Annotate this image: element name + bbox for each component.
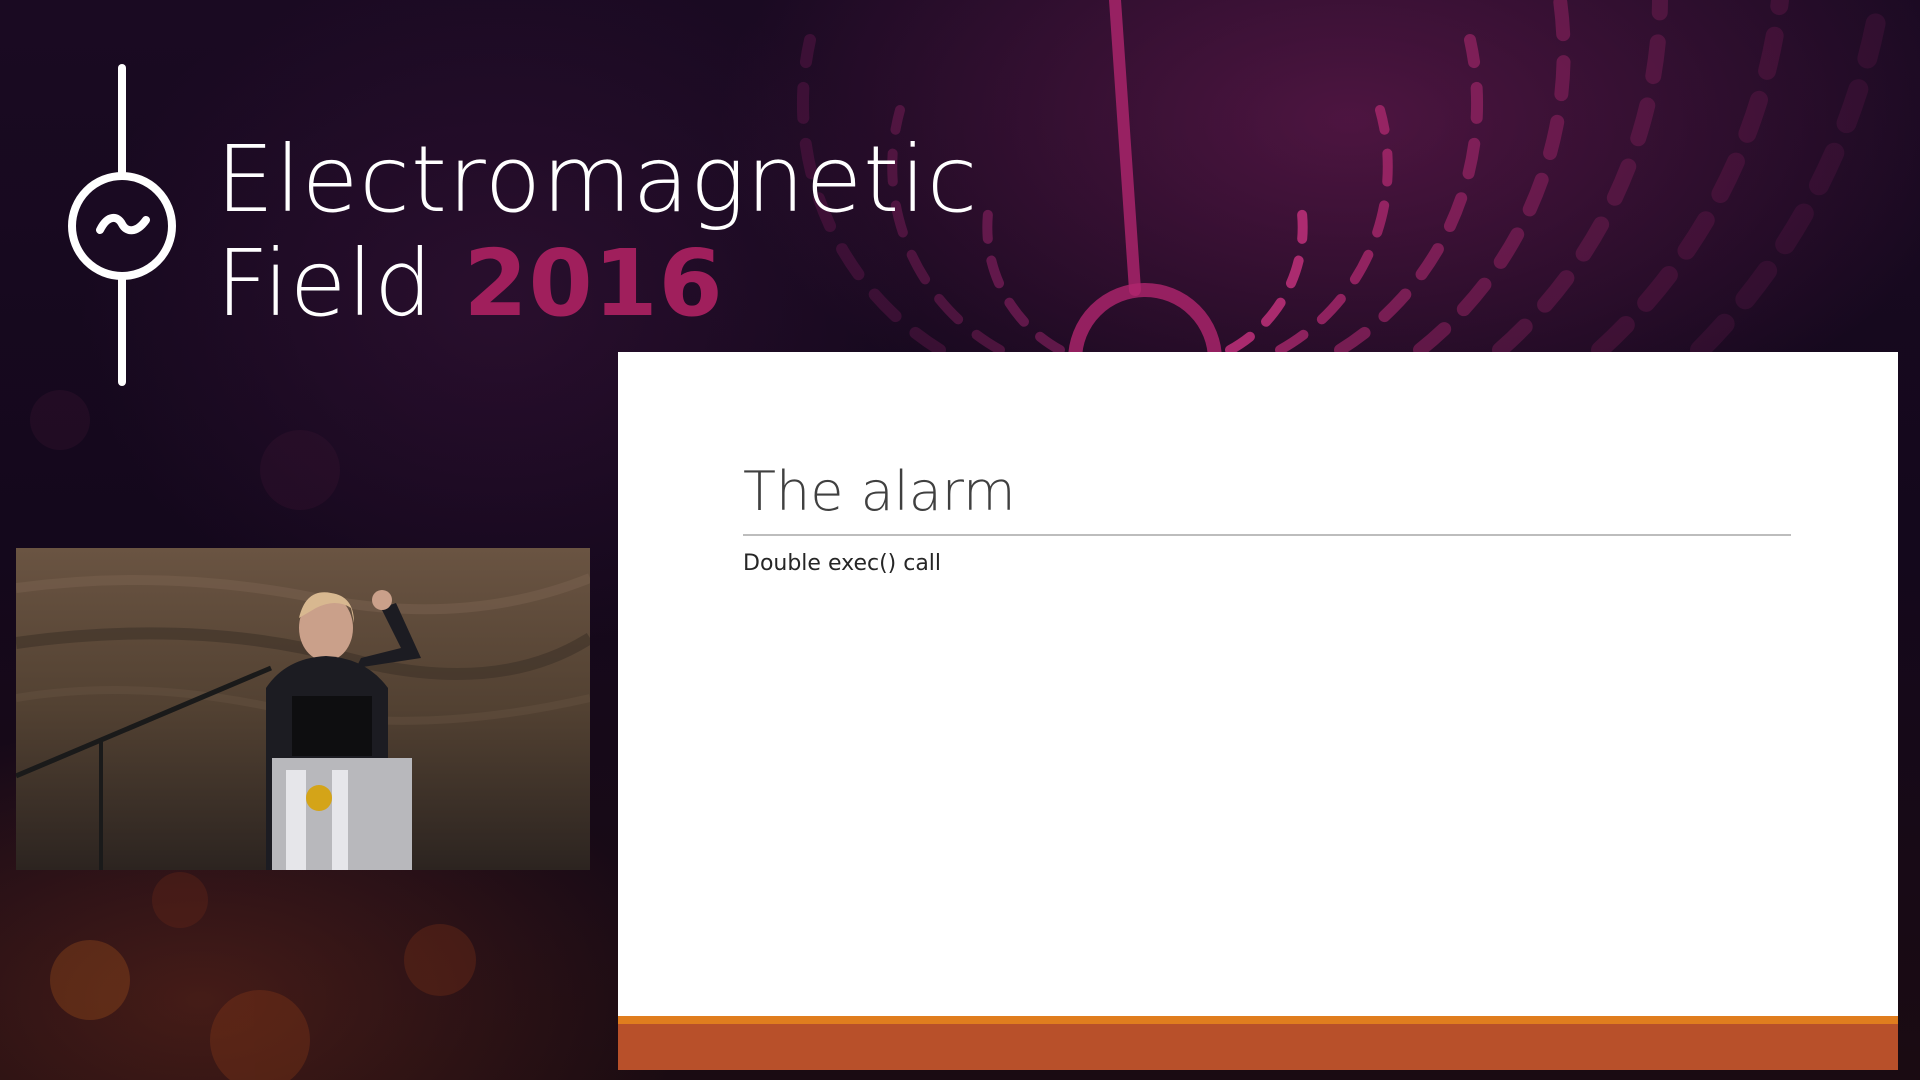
tilde-in-circle-icon	[68, 64, 176, 386]
presentation-slide: The alarm Double exec() call	[618, 352, 1898, 1070]
event-name-line1: Electromagnetic	[216, 126, 979, 233]
slide-title: The alarm	[743, 460, 1016, 523]
speaker-camera-feed	[16, 548, 590, 870]
conference-video-frame: Electromagnetic Field 2016 The alarm Dou…	[0, 0, 1920, 1080]
event-name-field: Field	[216, 230, 434, 337]
slide-footer-accent	[618, 1016, 1898, 1024]
slide-title-divider	[743, 534, 1791, 536]
slide-footer-bar	[618, 1024, 1898, 1070]
event-year: 2016	[463, 230, 724, 337]
speaker-scene-illustration	[16, 548, 590, 870]
slide-bullet: Double exec() call	[743, 551, 942, 576]
event-name-line2: Field 2016	[216, 232, 978, 336]
event-title: Electromagnetic Field 2016	[216, 128, 978, 336]
